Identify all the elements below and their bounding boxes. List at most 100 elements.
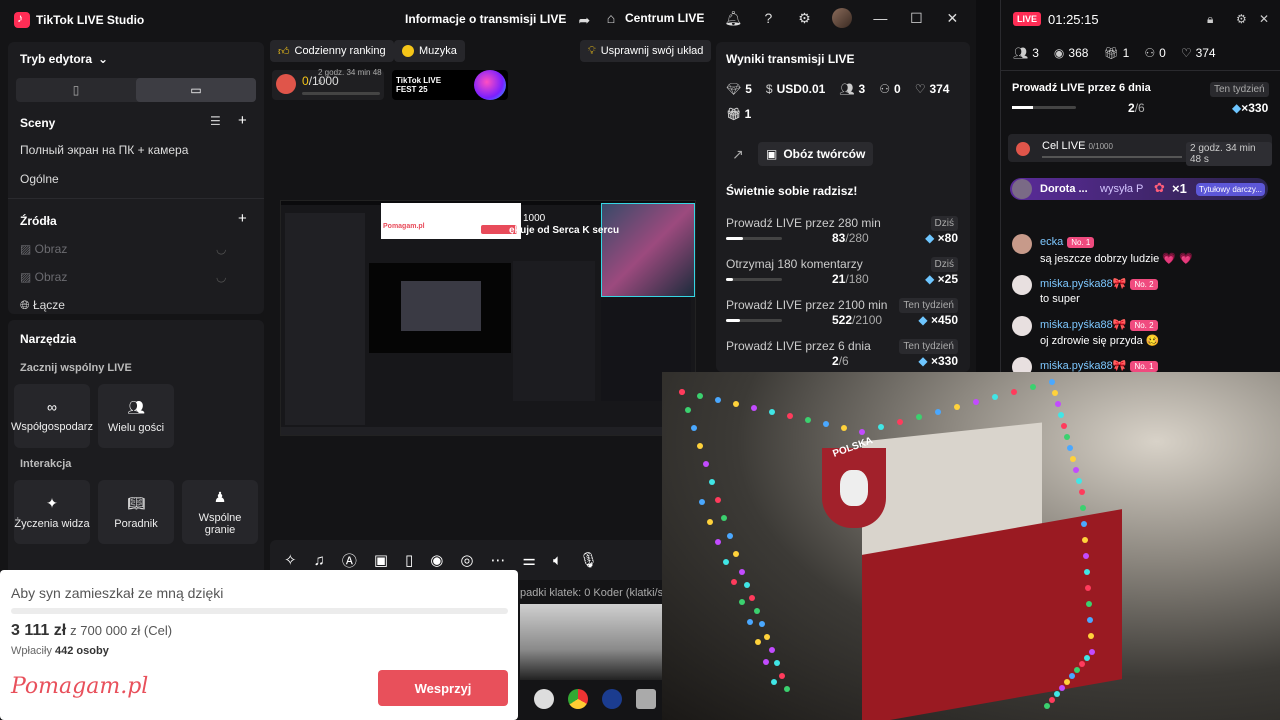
light-bulb — [1052, 390, 1058, 396]
lock-icon[interactable]: 🔒︎ — [1207, 12, 1213, 27]
avatar — [1012, 234, 1032, 254]
live-goal-widget[interactable]: Cel LIVE 0/1000 2 godz. 34 min 48 s — [1008, 134, 1272, 166]
dollar-icon: $ — [765, 82, 773, 96]
multi-guest-tool[interactable]: 👥︎ Wielu gości — [98, 384, 174, 448]
tools-title: Narzędzia — [20, 332, 77, 346]
viewer-wishes-tool[interactable]: ✦ Życzenia widza — [14, 480, 90, 544]
donation-card: Aby syn zamieszkał ze mną dzięki 3 111 z… — [0, 570, 518, 720]
frame-icon[interactable]: ▣ — [374, 551, 388, 569]
source-item[interactable]: ▨ Obraz — [20, 242, 67, 256]
daily-ranking-chip[interactable]: 👍︎ Codzienny ranking — [270, 40, 394, 62]
light-bulb — [755, 639, 761, 645]
portrait-option[interactable]: ▯ — [16, 78, 136, 102]
chat-text: to super — [1040, 293, 1080, 305]
editor-mode-dropdown[interactable]: Tryb edytora ⌄ — [20, 52, 108, 66]
gift-icon: 🎁︎ — [1103, 46, 1119, 60]
bell-icon[interactable]: 🔔︎ — [724, 10, 742, 26]
chart-icon[interactable]: ↗ — [732, 146, 744, 163]
task-reward: ◆ ×80 — [925, 231, 958, 245]
thumb-icon: 👍︎ — [278, 45, 290, 58]
bulb-icon: 💡︎ — [588, 44, 596, 57]
minimize-icon[interactable]: — — [872, 10, 888, 26]
ai-icon[interactable]: Ⓐ — [342, 550, 357, 571]
tool-label: Poradnik — [114, 517, 158, 530]
light-bulb — [779, 673, 785, 679]
source-item[interactable]: 🌐︎ Łącze — [20, 298, 65, 313]
gift-action: wysyła P — [1100, 183, 1144, 195]
task-item[interactable]: Prowadź LIVE przez 280 min Dziś 83/280 ◆… — [726, 216, 958, 256]
centrum-live-button[interactable]: ⌂ Centrum LIVE — [603, 10, 705, 26]
diamond-icon: ◆ — [918, 313, 931, 327]
more-icon[interactable]: ⋯ — [490, 551, 505, 569]
record-icon[interactable]: ◉ — [430, 551, 443, 569]
music-chip[interactable]: Muzyka — [394, 40, 465, 62]
cohost-tool[interactable]: ∞ Współgospodarz — [11, 384, 93, 448]
sliders-icon[interactable]: ⚌ — [522, 551, 535, 569]
interaction-title: Interakcja — [20, 458, 72, 470]
task-progress-bar — [726, 319, 782, 322]
guide-tool[interactable]: 📖︎ Poradnik — [98, 480, 174, 544]
task-tag: Ten tydzień — [899, 339, 958, 354]
chat-text: są jeszcze dobrzy ludzie 💗 💗 — [1040, 253, 1193, 265]
task-progress-bar — [726, 278, 782, 281]
light-bulb — [1064, 679, 1070, 685]
centrum-live-label: Centrum LIVE — [625, 11, 705, 25]
live-counts: 👥︎ 3 ◉ 368 🎁︎ 1 ⚇ 0 ♡ 374 — [1013, 46, 1216, 60]
light-bulb — [1084, 569, 1090, 575]
preview-mid-inner — [401, 281, 481, 331]
task-item[interactable]: Prowadź LIVE przez 2100 min Ten tydzień … — [726, 298, 958, 338]
avatar[interactable] — [832, 8, 853, 28]
hidden-eye-icon[interactable]: ◡ — [216, 270, 226, 284]
task-item[interactable]: Otrzymaj 180 komentarzy Dziś 21/180 ◆ ×2… — [726, 257, 958, 297]
scene-item[interactable]: Ogólne — [20, 172, 59, 186]
taskbar-icons — [534, 689, 656, 709]
preview-taskbar — [281, 427, 695, 435]
media-icon[interactable]: ♫ — [314, 552, 325, 569]
creator-camp-button[interactable]: ▣ Obóz twórców — [758, 142, 874, 166]
add-source-icon[interactable]: + — [238, 210, 247, 227]
close-icon[interactable]: ✕ — [944, 10, 960, 26]
improve-layout-chip[interactable]: 💡︎ Usprawnij swój układ — [580, 40, 712, 62]
gift-banner: Dorota ... wysyła P ✿ ×1 Tytułowy darczy… — [1010, 178, 1268, 200]
chrome-icon[interactable] — [568, 689, 588, 709]
support-button[interactable]: Wesprzyj — [378, 670, 508, 706]
phone-icon[interactable]: ▯ — [405, 551, 413, 569]
app-icon[interactable] — [636, 689, 656, 709]
source-item[interactable]: ▨ Obraz — [20, 270, 67, 284]
light-bulb — [1064, 434, 1070, 440]
help-icon[interactable]: ? — [760, 10, 776, 26]
light-bulb — [1073, 467, 1079, 473]
magic-icon[interactable]: ✧ — [284, 551, 297, 569]
rank-badge: No. 2 — [1130, 320, 1158, 331]
co-play-tool[interactable]: ♟ Wspólne granie — [182, 480, 258, 544]
scene-item[interactable]: Полный экран на ПК + камера — [20, 143, 188, 157]
mic-icon[interactable]: 🎙︎ — [579, 551, 598, 569]
stream-preview[interactable]: Pomagam.pl 1000 ękuje od Serca K sercu — [280, 200, 696, 436]
close-icon[interactable]: ✕ — [1259, 12, 1269, 26]
live-fest-banner[interactable]: TikTok LIVE FEST 25 — [392, 70, 508, 100]
live-task-tag: Ten tydzień — [1210, 82, 1269, 97]
divider — [8, 198, 264, 199]
chat-username: miśka.pyśka88🎀 No. 1 — [1040, 359, 1158, 372]
stream-info[interactable]: Informacje o transmisji LIVE ➦ — [405, 12, 592, 28]
star-icon[interactable] — [602, 689, 622, 709]
light-bulb — [992, 394, 998, 400]
gear-icon[interactable]: ⚙ — [796, 10, 812, 26]
hidden-eye-icon[interactable]: ◡ — [216, 242, 226, 256]
tool-label: Wielu gości — [107, 421, 165, 434]
share-icon[interactable]: ➦ — [576, 12, 592, 28]
target-icon[interactable]: ◎ — [460, 551, 473, 569]
goal-widget[interactable]: 2 godz. 34 min 48 s 0/1000 — [272, 68, 384, 100]
app-icon[interactable] — [534, 689, 554, 709]
diamond-icon: ◆ — [925, 231, 938, 245]
landscape-option[interactable]: ▭ — [136, 78, 256, 102]
volume-icon[interactable]: 🔈︎ — [553, 552, 562, 569]
maximize-icon[interactable]: ☐ — [908, 10, 924, 26]
task-name: Prowadź LIVE przez 280 min — [726, 216, 881, 230]
list-icon[interactable]: ☰ — [210, 114, 221, 128]
add-scene-icon[interactable]: + — [238, 112, 247, 129]
light-bulb — [1067, 445, 1073, 451]
light-bulb — [1081, 521, 1087, 527]
gear-icon[interactable]: ⚙ — [1236, 12, 1247, 26]
tool-label: Współgospodarz — [11, 421, 93, 433]
